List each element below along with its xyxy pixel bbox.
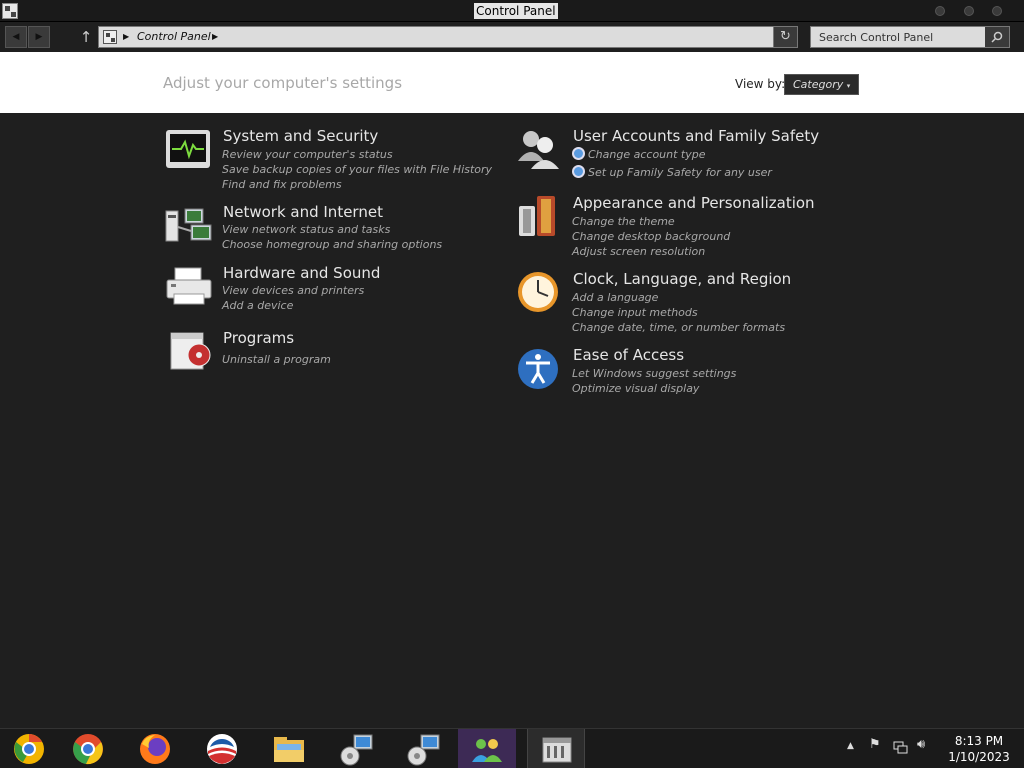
breadcrumb-control-panel[interactable]: Control Panel	[137, 30, 211, 43]
back-arrow-icon: ◀	[12, 32, 20, 42]
category-title[interactable]: System and Security	[223, 127, 378, 145]
taskbar-file-explorer[interactable]	[260, 729, 318, 768]
network-computers-icon	[165, 208, 212, 242]
printer-icon	[166, 267, 212, 305]
taskbar-network-setup-2[interactable]	[394, 729, 452, 768]
link-uninstall-program[interactable]: Uninstall a program	[222, 353, 331, 366]
link-family-safety[interactable]: Set up Family Safety for any user	[572, 165, 772, 179]
clock-icon	[518, 272, 558, 312]
people-icon	[472, 739, 502, 762]
title-bar: Control Panel	[0, 0, 1024, 22]
system-clock[interactable]: 8:13 PM 1/10/2023	[940, 733, 1018, 765]
clock-time: 8:13 PM	[954, 734, 1004, 748]
search-icon	[991, 31, 1003, 43]
refresh-icon: ↻	[780, 29, 791, 44]
control-panel-icon[interactable]	[2, 3, 18, 19]
chevron-down-icon: ▾	[846, 82, 851, 90]
network-icon[interactable]	[893, 741, 909, 755]
search-button[interactable]	[985, 27, 1009, 47]
page-title: Adjust your computer's settings	[163, 74, 403, 92]
up-arrow-icon: ↑	[79, 28, 93, 46]
appearance-icon	[519, 196, 555, 236]
category-title[interactable]: Appearance and Personalization	[573, 194, 815, 212]
link-windows-suggest[interactable]: Let Windows suggest settings	[572, 367, 736, 380]
address-bar[interactable]: ▶ Control Panel ▶ ↻	[98, 26, 798, 48]
link-file-history[interactable]: Save backup copies of your files with Fi…	[222, 163, 492, 176]
view-by-value: Category	[793, 78, 844, 91]
file-explorer-icon	[274, 737, 304, 762]
network-setup-icon	[407, 734, 440, 766]
taskbar: ▲ ⚑ 🔊︎ 8:13 PM 1/10/2023	[0, 728, 1024, 768]
taskbar-chrome[interactable]	[59, 729, 117, 768]
link-add-language[interactable]: Add a language	[572, 291, 658, 304]
link-date-time-format[interactable]: Change date, time, or number formats	[572, 321, 785, 334]
link-find-fix-problems[interactable]: Find and fix problems	[222, 178, 342, 191]
taskbar-chrome-canary[interactable]	[0, 729, 58, 768]
category-title[interactable]: User Accounts and Family Safety	[573, 127, 819, 145]
forward-arrow-icon: ▶	[35, 32, 43, 42]
link-change-theme[interactable]: Change the theme	[572, 215, 675, 228]
maximize-button[interactable]	[964, 6, 974, 16]
minimize-button[interactable]	[935, 6, 945, 16]
window-title: Control Panel	[474, 3, 558, 19]
firefox-icon	[140, 734, 170, 764]
programs-cd-icon	[170, 332, 211, 370]
breadcrumb-chevron-icon[interactable]: ▶	[212, 32, 218, 41]
category-title[interactable]: Clock, Language, and Region	[573, 270, 791, 288]
address-toolbar: ◀ ▶ ↑ ▶ Control Panel ▶ ↻	[0, 22, 1024, 52]
link-change-account-type[interactable]: Change account type	[572, 147, 706, 161]
search-box[interactable]	[810, 26, 1010, 48]
link-network-status[interactable]: View network status and tasks	[222, 223, 390, 236]
close-button[interactable]	[992, 6, 1002, 16]
taskbar-people[interactable]	[458, 729, 516, 768]
category-title[interactable]: Programs	[223, 329, 294, 347]
up-button[interactable]: ↑	[76, 26, 96, 48]
view-by-dropdown[interactable]: Category ▾	[784, 74, 859, 95]
page-header: Adjust your computer's settings View by:…	[0, 52, 1024, 113]
forward-button[interactable]: ▶	[28, 26, 50, 48]
taskbar-control-panel[interactable]	[527, 729, 585, 768]
action-center-flag-icon[interactable]: ⚑	[869, 737, 881, 752]
search-input[interactable]	[811, 27, 985, 47]
chrome-canary-icon	[14, 734, 44, 764]
user-accounts-icon	[518, 131, 559, 169]
view-by-label: View by:	[735, 77, 786, 91]
obama-campaign-icon	[207, 734, 237, 764]
taskbar-obama-campaign[interactable]	[193, 729, 251, 768]
control-panel-icon	[103, 30, 117, 44]
link-desktop-background[interactable]: Change desktop background	[572, 230, 730, 243]
category-title[interactable]: Network and Internet	[223, 203, 383, 221]
back-button[interactable]: ◀	[5, 26, 27, 48]
volume-icon[interactable]: 🔊︎	[917, 737, 925, 752]
uac-shield-icon	[572, 165, 585, 178]
breadcrumb-chevron-icon[interactable]: ▶	[123, 32, 129, 41]
link-review-status[interactable]: Review your computer's status	[222, 148, 393, 161]
uac-shield-icon	[572, 147, 585, 160]
category-title[interactable]: Hardware and Sound	[223, 264, 380, 282]
taskbar-network-setup-1[interactable]	[327, 729, 385, 768]
clock-date: 1/10/2023	[948, 750, 1010, 764]
link-devices-printers[interactable]: View devices and printers	[222, 284, 364, 297]
network-setup-icon	[340, 734, 373, 766]
show-hidden-icons-button[interactable]: ▲	[847, 741, 854, 751]
link-add-device[interactable]: Add a device	[222, 299, 293, 312]
link-optimize-display[interactable]: Optimize visual display	[572, 382, 699, 395]
chrome-icon	[73, 734, 103, 765]
refresh-button[interactable]: ↻	[773, 27, 797, 47]
link-input-methods[interactable]: Change input methods	[572, 306, 698, 319]
link-screen-resolution[interactable]: Adjust screen resolution	[572, 245, 705, 258]
system-monitor-icon	[166, 130, 210, 168]
link-homegroup[interactable]: Choose homegroup and sharing options	[222, 238, 442, 251]
control-panel-icon	[542, 737, 572, 763]
taskbar-firefox[interactable]	[126, 729, 184, 768]
accessibility-icon	[518, 349, 558, 389]
category-title[interactable]: Ease of Access	[573, 346, 684, 364]
